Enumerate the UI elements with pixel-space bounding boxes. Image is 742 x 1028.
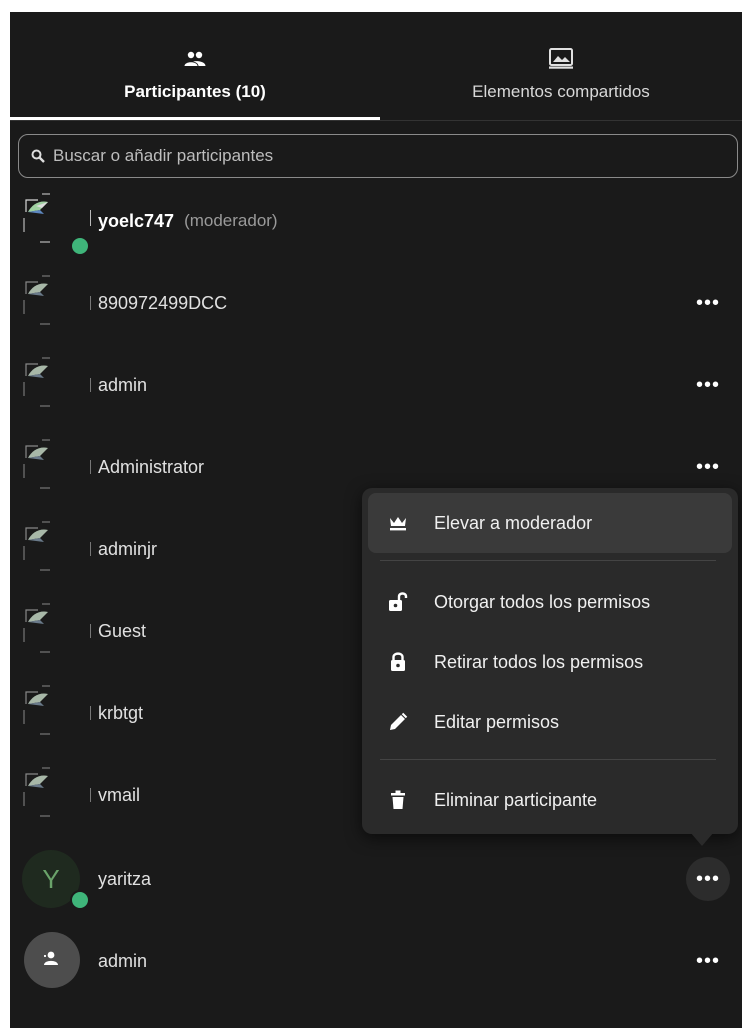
menu-item-promote-moderator[interactable]: Elevar a moderador xyxy=(368,493,732,553)
search-input[interactable] xyxy=(53,146,693,166)
lock-icon xyxy=(386,650,410,674)
online-status-dot xyxy=(70,236,90,256)
unlock-icon xyxy=(386,590,410,614)
tab-participants-label: Participantes (10) xyxy=(124,82,266,101)
participant-name: krbtgt xyxy=(98,702,144,723)
participant-name: Guest xyxy=(98,620,147,641)
avatar-edge xyxy=(90,210,91,226)
participant-name: adminjr xyxy=(98,538,158,559)
tab-bar: Participantes (10) Elementos compartidos xyxy=(10,12,742,121)
broken-image-icon xyxy=(22,602,80,660)
more-options-button[interactable]: ••• xyxy=(686,857,730,901)
shared-items-icon xyxy=(548,46,574,72)
participant-name: admin xyxy=(98,950,148,971)
pencil-icon xyxy=(386,710,410,734)
participant-name: 890972499DCC xyxy=(98,292,228,313)
online-status-dot xyxy=(70,890,90,910)
participant-row[interactable]: 890972499DCC ••• xyxy=(10,262,742,344)
people-icon xyxy=(184,46,206,72)
avatar xyxy=(24,932,80,988)
participant-options-menu: Elevar a moderador Otorgar todos los per… xyxy=(362,488,738,834)
search-icon xyxy=(31,148,47,164)
participant-row[interactable]: admin ••• xyxy=(10,920,742,1002)
menu-divider xyxy=(380,560,716,561)
participant-name: yaritza xyxy=(98,868,152,889)
participant-name: yoelc747 (moderador) xyxy=(98,180,278,262)
menu-divider xyxy=(380,759,716,760)
participants-panel: Participantes (10) Elementos compartidos xyxy=(10,12,742,1028)
active-tab-indicator xyxy=(10,117,380,120)
crown-icon xyxy=(386,511,410,535)
avatar-edge xyxy=(90,788,91,802)
broken-image-icon xyxy=(22,356,80,414)
menu-item-label: Eliminar participante xyxy=(434,789,598,810)
more-options-button[interactable]: ••• xyxy=(686,363,730,407)
more-options-button[interactable]: ••• xyxy=(686,445,730,489)
participant-row[interactable]: Y yaritza ••• xyxy=(10,838,742,920)
avatar-edge xyxy=(90,624,91,638)
participant-role: (moderador) xyxy=(184,211,278,230)
broken-image-icon xyxy=(22,684,80,742)
participant-name: admin xyxy=(98,374,148,395)
avatar-edge xyxy=(90,542,91,556)
tab-shared-items-label: Elementos compartidos xyxy=(472,82,650,101)
participant-name: vmail xyxy=(98,784,141,805)
menu-item-remove-participant[interactable]: Eliminar participante xyxy=(368,770,732,830)
broken-image-icon xyxy=(22,438,80,496)
search-box xyxy=(18,134,738,178)
group-icon xyxy=(42,950,62,971)
tab-shared-items[interactable]: Elementos compartidos xyxy=(380,12,742,120)
menu-pointer xyxy=(690,832,714,846)
broken-image-icon xyxy=(22,274,80,332)
more-options-button[interactable]: ••• xyxy=(686,939,730,983)
more-options-button[interactable]: ••• xyxy=(686,281,730,325)
avatar-edge xyxy=(90,460,91,474)
tab-participants[interactable]: Participantes (10) xyxy=(10,12,380,120)
broken-image-icon xyxy=(22,520,80,578)
broken-image-icon xyxy=(22,766,80,824)
menu-item-grant-all[interactable]: Otorgar todos los permisos xyxy=(368,572,732,632)
menu-item-revoke-all[interactable]: Retirar todos los permisos xyxy=(368,632,732,692)
avatar-edge xyxy=(90,706,91,720)
participant-username: yoelc747 xyxy=(98,210,175,231)
menu-item-label: Elevar a moderador xyxy=(434,512,593,533)
menu-item-edit-permissions[interactable]: Editar permisos xyxy=(368,692,732,752)
avatar-edge xyxy=(90,378,91,392)
avatar-edge xyxy=(90,296,91,310)
trash-icon xyxy=(386,788,410,812)
participant-row[interactable]: admin ••• xyxy=(10,344,742,426)
menu-item-label: Retirar todos los permisos xyxy=(434,651,644,672)
participant-name: Administrator xyxy=(98,456,205,477)
menu-item-label: Editar permisos xyxy=(434,711,560,732)
menu-item-label: Otorgar todos los permisos xyxy=(434,591,651,612)
participant-row[interactable]: yoelc747 (moderador) xyxy=(10,180,742,262)
